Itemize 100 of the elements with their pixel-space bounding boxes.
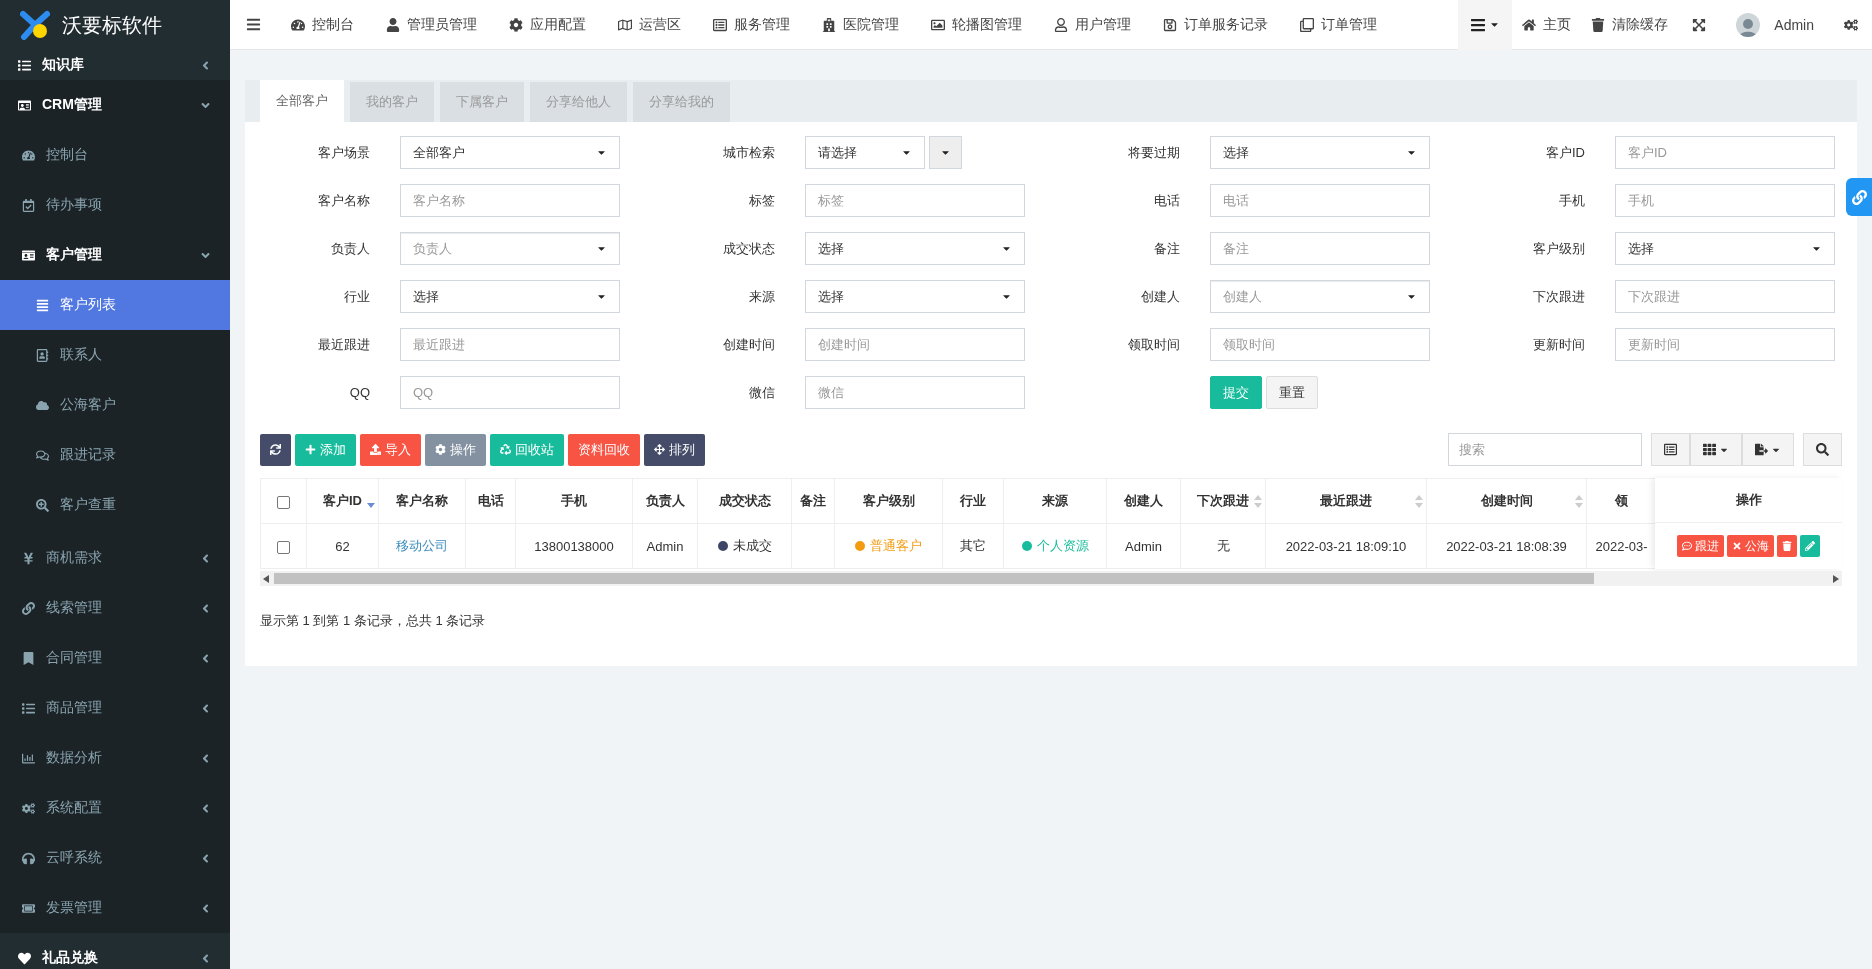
table-cell: 2022-03-21 18:08:39	[1426, 523, 1587, 569]
list-icon	[20, 701, 36, 715]
horizontal-scrollbar[interactable]	[260, 571, 1842, 586]
grid-icon	[1703, 443, 1716, 456]
select-field[interactable]: 请选择	[805, 136, 925, 169]
nav-link[interactable]: 应用配置	[493, 0, 602, 50]
columns-button[interactable]	[1690, 433, 1742, 466]
bar-chart-icon	[20, 751, 36, 765]
user-menu[interactable]: Admin	[1720, 0, 1830, 50]
status-text: 普通客户	[870, 537, 922, 555]
sidebar-item[interactable]: 客户列表	[0, 280, 230, 330]
user-icon	[386, 17, 400, 32]
gear-icon	[435, 444, 446, 455]
card-view-button[interactable]	[1651, 433, 1690, 466]
refresh-button[interactable]	[260, 433, 291, 466]
sidebar-group[interactable]: 礼品兑换	[0, 933, 230, 969]
column-header: 备注	[791, 478, 835, 524]
list-icon	[34, 298, 50, 312]
scroll-left-icon[interactable]	[263, 575, 269, 583]
field-label: 负责人	[330, 239, 370, 258]
upload-icon	[370, 444, 381, 455]
nav-link[interactable]: 服务管理	[697, 0, 806, 50]
action-button[interactable]: 公海	[1727, 535, 1774, 557]
column-header: 来源	[1003, 478, 1107, 524]
map-icon	[618, 17, 632, 32]
home-link[interactable]: 主页	[1512, 0, 1582, 50]
field-label: 创建人	[1140, 287, 1180, 306]
hospital-icon	[822, 17, 836, 32]
menu-toggle-button[interactable]	[1458, 0, 1513, 50]
table-cell: 其它	[942, 523, 1004, 569]
search-field[interactable]: 搜索	[1448, 433, 1642, 466]
select-field[interactable]: 选择	[1615, 232, 1835, 265]
nav-link[interactable]: 管理员管理	[370, 0, 493, 50]
field-label: 来源	[748, 287, 775, 306]
table-cell: Admin	[1106, 523, 1181, 569]
select-field[interactable]: 选择	[805, 280, 1025, 313]
table-cell: 13800138000	[515, 523, 633, 569]
column-header: 客户名称	[378, 478, 466, 524]
link-icon[interactable]	[1846, 178, 1872, 216]
toolbar-button[interactable]: 排列	[644, 433, 705, 466]
search-button[interactable]	[1803, 433, 1842, 466]
field-label: 微信	[748, 383, 775, 402]
toolbar-button[interactable]: 资料回收	[568, 433, 640, 466]
nav-link[interactable]: 医院管理	[806, 0, 915, 50]
nav-link[interactable]: 订单服务记录	[1147, 0, 1284, 50]
field-label: 将要过期	[1127, 143, 1180, 162]
field-label: 客户ID	[1545, 143, 1585, 162]
select-field[interactable]: 选择	[805, 232, 1025, 265]
column-header: 创建时间	[1426, 478, 1587, 524]
export-button[interactable]	[1742, 433, 1794, 466]
home-icon	[1522, 17, 1537, 32]
field-label: 领取时间	[1127, 335, 1180, 354]
tab[interactable]: 全部客户	[260, 80, 344, 122]
gauge-icon	[20, 148, 36, 162]
select-field[interactable]: 选择	[1210, 136, 1430, 169]
gears-icon	[20, 801, 36, 815]
table-cell: 62	[306, 523, 379, 569]
field-label: 手机	[1558, 191, 1585, 210]
menu-icon	[1470, 16, 1487, 33]
reset-button[interactable]: 重置	[1266, 376, 1318, 409]
delete-button[interactable]	[1777, 535, 1797, 557]
sidebar-group[interactable]: 知识库	[0, 50, 230, 80]
select-all-checkbox[interactable]	[277, 495, 290, 509]
plus-icon	[305, 444, 316, 455]
field-label: 创建时间	[722, 335, 775, 354]
field-label: 备注	[1153, 239, 1180, 258]
nav-link[interactable]: 控制台	[275, 0, 370, 50]
action-button[interactable]: 跟进	[1677, 535, 1724, 557]
contact-card-icon	[34, 348, 50, 362]
trash-icon	[1591, 17, 1606, 32]
column-header: 客户级别	[834, 478, 943, 524]
comments-icon	[34, 448, 50, 462]
app-title: 沃要标软件	[62, 12, 162, 38]
list-icon	[1664, 443, 1677, 456]
customer-link[interactable]: 移动公司	[396, 538, 448, 553]
nav-link[interactable]: 订单管理	[1284, 0, 1393, 50]
select-field[interactable]: 全部客户	[400, 136, 620, 169]
toolbar-button[interactable]: 操作	[425, 433, 486, 466]
calendar-check-icon	[20, 198, 36, 212]
select-field[interactable]: 选择	[400, 280, 620, 313]
field-label: 电话	[1153, 191, 1180, 210]
export-icon	[1755, 443, 1768, 456]
clear-cache-link[interactable]: 清除缓存	[1581, 0, 1679, 50]
gauge-icon	[291, 17, 305, 32]
field-label: 城市检索	[722, 143, 775, 162]
column-header: 电话	[465, 478, 516, 524]
column-header: 下次跟进	[1180, 478, 1266, 524]
toolbar-button[interactable]: 导入	[360, 433, 421, 466]
ticket-icon	[20, 901, 36, 915]
nav-link[interactable]: 运营区	[602, 0, 697, 50]
list-icon	[16, 58, 32, 72]
magnifier-plus-icon	[34, 498, 50, 512]
status-text: 未成交	[732, 537, 772, 555]
scroll-right-icon[interactable]	[1833, 575, 1839, 583]
status-text: 个人资源	[1036, 537, 1089, 555]
row-checkbox[interactable]	[277, 540, 290, 554]
nav-link[interactable]: 轮播图管理	[915, 0, 1038, 50]
nav-link[interactable]: 用户管理	[1038, 0, 1147, 50]
recycle-icon	[500, 444, 511, 455]
cloud-icon	[34, 398, 50, 412]
